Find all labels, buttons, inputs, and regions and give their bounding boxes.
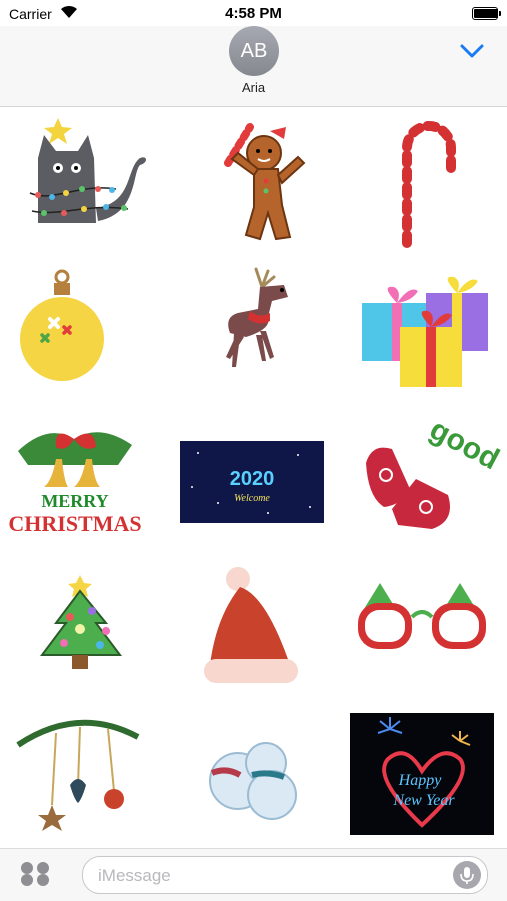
sticker-text-good: good [424,413,502,477]
sticker-candy-cane[interactable] [352,113,502,255]
battery-icon [472,7,501,20]
sticker-text-new-year: New Year [392,792,455,809]
sticker-grid: MERRY CHRISTMAS 2020 Welcome good Happy … [0,107,507,847]
sticker-hanging-ornaments[interactable] [8,693,158,835]
sticker-gingerbread-man[interactable] [186,113,336,255]
sticker-santa-hat[interactable] [186,547,336,689]
sticker-string-lights-cat[interactable] [8,113,158,255]
sticker-merry-christmas-bells[interactable]: MERRY CHRISTMAS [8,403,158,545]
sticker-text-welcome: Welcome [234,493,270,504]
avatar[interactable]: AB [229,26,279,76]
microphone-icon[interactable] [453,861,481,889]
sticker-reindeer[interactable] [186,257,336,399]
sticker-christmas-tree[interactable] [8,547,158,689]
sticker-2020-welcome-card[interactable]: 2020 Welcome [178,403,328,545]
sticker-text-merry: MERRY [41,491,108,511]
sticker-happy-new-year-fireworks[interactable]: Happy New Year [350,693,500,835]
sticker-gift-boxes[interactable] [352,257,502,399]
contact-name[interactable]: Aria [0,80,507,95]
chevron-down-icon[interactable] [459,42,485,60]
battery-level [474,9,498,18]
sticker-mittens-good[interactable]: good [352,403,502,545]
sticker-text-happy: Happy [398,772,443,789]
sticker-tree-glasses[interactable] [352,547,502,689]
conversation-header: AB Aria [0,26,507,107]
app-drawer-icon[interactable] [18,861,52,887]
message-input-bar: iMessage [0,848,507,901]
sticker-text-2020: 2020 [230,468,275,490]
sticker-snowmen[interactable] [186,693,336,835]
sticker-text-christmas: CHRISTMAS [8,511,141,536]
status-bar: Carrier 4:58 PM [0,0,507,26]
message-placeholder: iMessage [98,866,171,885]
status-time: 4:58 PM [225,5,282,22]
imessage-field[interactable]: iMessage [82,856,488,894]
sticker-yellow-ornament[interactable] [8,257,158,399]
